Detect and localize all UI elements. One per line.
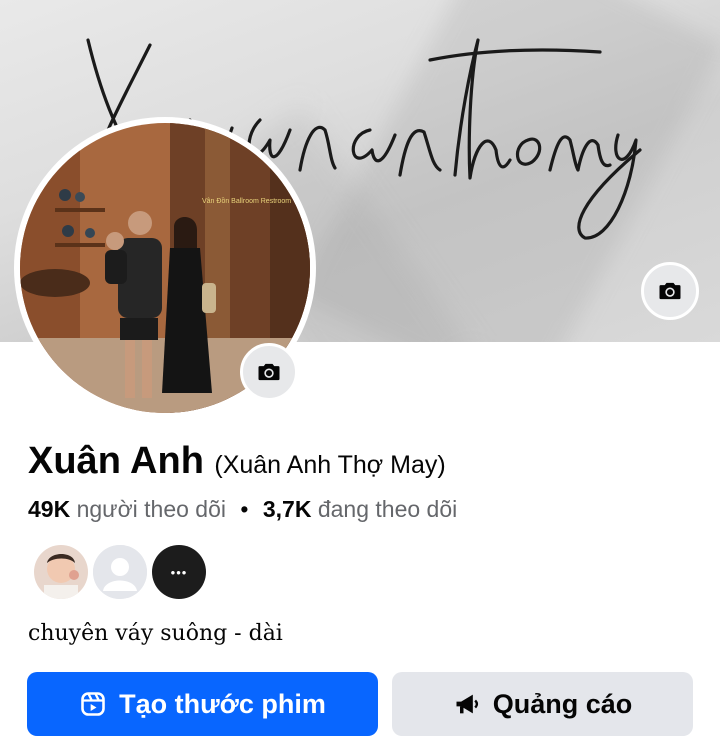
reel-icon	[81, 692, 105, 716]
svg-text:Vân Đồn Ballroom Restroom: Vân Đồn Ballroom Restroom	[202, 196, 291, 205]
friend-avatar-placeholder[interactable]	[93, 545, 147, 599]
profile-name-row: Xuân Anh (Xuân Anh Thợ May)	[28, 440, 446, 483]
more-friends-button[interactable]: •••	[152, 545, 206, 599]
following-link[interactable]: 3,7K đang theo dõi	[263, 496, 457, 522]
stats-separator: •	[240, 496, 249, 522]
profile-alternate-name: (Xuân Anh Thợ May)	[214, 451, 446, 479]
camera-icon	[659, 282, 681, 300]
restroom-sign: Vân Đồn Ballroom Restroom	[202, 196, 291, 205]
ads-label: Quảng cáo	[492, 688, 633, 719]
friend-avatar[interactable]	[34, 545, 88, 599]
edit-cover-button[interactable]	[641, 262, 699, 320]
followers-link[interactable]: 49K người theo dõi	[28, 496, 226, 522]
create-reel-button[interactable]: Tạo thước phim	[27, 672, 378, 736]
profile-bio: chuyên váy suông - dài	[28, 621, 283, 646]
follow-stats: 49K người theo dõi • 3,7K đang theo dõi	[28, 496, 457, 523]
more-icon: •••	[170, 564, 188, 580]
ads-button[interactable]: Quảng cáo	[392, 672, 693, 736]
camera-icon	[258, 363, 280, 381]
profile-name: Xuân Anh	[28, 440, 204, 482]
edit-profile-photo-button[interactable]	[240, 343, 298, 401]
user-icon	[93, 545, 147, 599]
create-reel-label: Tạo thước phim	[119, 688, 326, 719]
megaphone-icon	[456, 694, 478, 714]
